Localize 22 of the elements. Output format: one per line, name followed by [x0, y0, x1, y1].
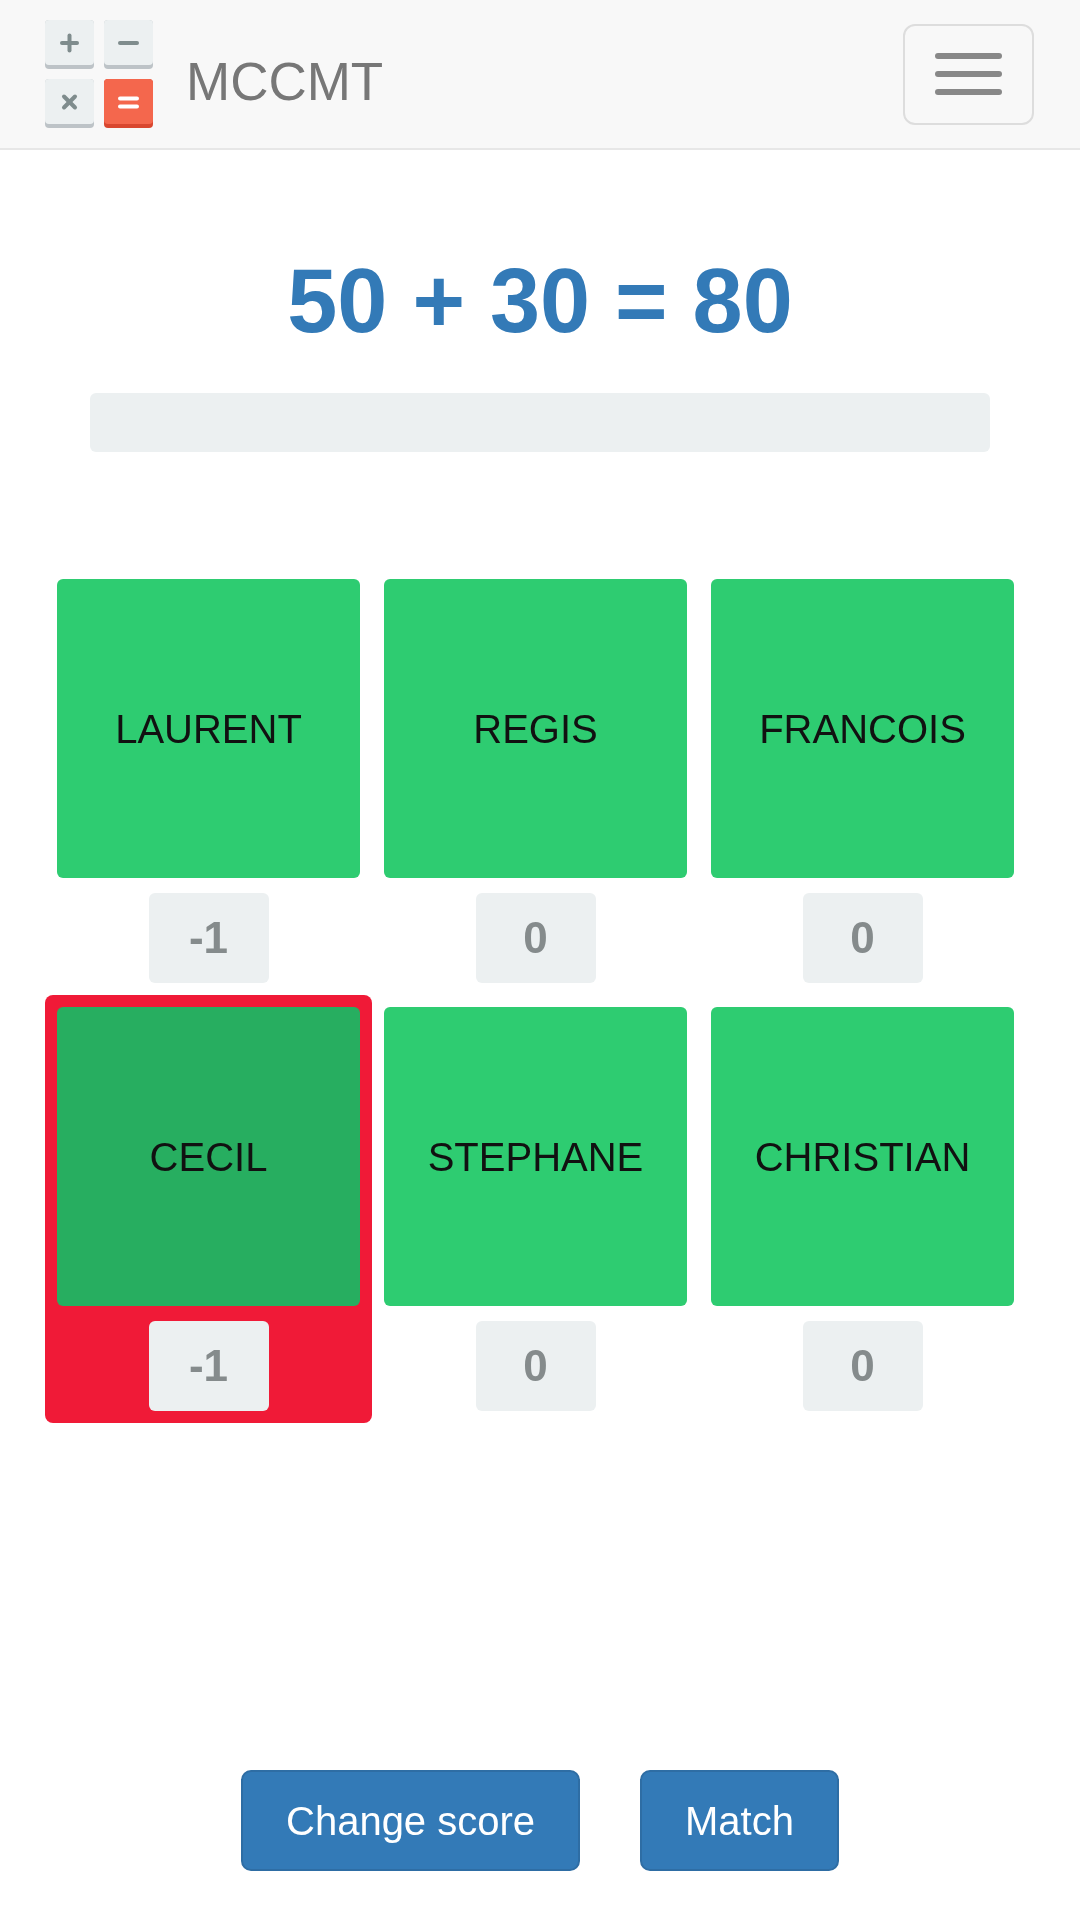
- player-card[interactable]: LAURENT: [57, 579, 360, 878]
- equation-heading: 50 + 30 = 80: [287, 256, 793, 346]
- brand-link[interactable]: MCCMT: [186, 54, 384, 108]
- score-badge: 0: [475, 893, 596, 983]
- score-badge: -1: [148, 1321, 269, 1411]
- score-badge: -1: [148, 893, 269, 983]
- change-score-button[interactable]: Change score: [241, 1770, 581, 1871]
- score-badge: 0: [802, 893, 923, 983]
- match-button[interactable]: Match: [640, 1770, 839, 1871]
- menu-button[interactable]: [903, 23, 1034, 125]
- minus-key-icon: [104, 20, 153, 69]
- player-card[interactable]: FRANCOIS: [711, 579, 1014, 878]
- player-card[interactable]: REGIS: [384, 579, 687, 878]
- player-card[interactable]: CECIL: [57, 1007, 360, 1306]
- menu-icon: [935, 53, 1002, 95]
- player-card[interactable]: CHRISTIAN: [711, 1007, 1014, 1306]
- player-card[interactable]: STEPHANE: [384, 1007, 687, 1306]
- times-key-icon: [45, 79, 94, 128]
- score-badge: 0: [802, 1321, 923, 1411]
- plus-key-icon: [45, 20, 94, 69]
- equals-key-icon: [104, 79, 153, 128]
- score-badge: 0: [475, 1321, 596, 1411]
